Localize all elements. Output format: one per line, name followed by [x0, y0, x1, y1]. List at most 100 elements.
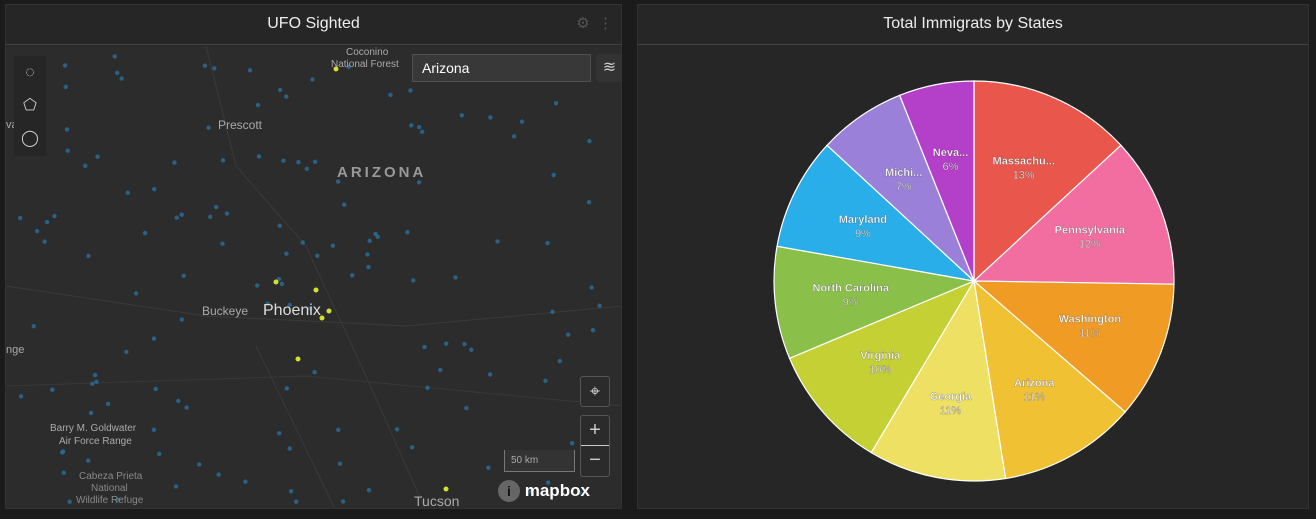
sighting-point	[416, 124, 422, 130]
sighting-point	[590, 327, 596, 333]
sighting-cluster-point	[313, 287, 319, 293]
info-icon[interactable]: i	[498, 480, 520, 502]
sighting-point	[181, 273, 186, 278]
sighting-point	[422, 344, 427, 350]
sighting-point	[464, 405, 469, 411]
sighting-point	[31, 323, 36, 329]
sighting-point	[281, 158, 286, 163]
circle-select-icon[interactable]: ◌	[14, 56, 46, 89]
sighting-point	[586, 200, 592, 205]
polygon-select-icon[interactable]: ⬠	[14, 89, 46, 122]
sighting-point	[224, 211, 230, 216]
sighting-point	[545, 240, 550, 246]
sighting-point	[125, 190, 131, 196]
sighting-point	[300, 240, 306, 245]
sighting-point	[124, 349, 129, 355]
pie-slice-label: Virginia	[860, 350, 901, 362]
pie-slice-label: Massachu...	[993, 155, 1055, 167]
sighting-point	[587, 138, 592, 144]
sighting-point	[88, 410, 94, 416]
more-icon[interactable]: ⋮	[598, 15, 613, 32]
sighting-point	[366, 487, 372, 493]
sighting-point	[284, 251, 289, 256]
zoom-in-button[interactable]: +	[581, 416, 609, 446]
sighting-point	[212, 66, 217, 71]
sighting-point	[174, 215, 179, 220]
sighting-point	[213, 204, 219, 210]
layers-icon[interactable]: ≋	[596, 54, 621, 82]
sighting-point	[179, 212, 184, 217]
sighting-point	[207, 214, 213, 220]
sighting-point	[543, 378, 548, 384]
pie-slice-percent: 7%	[896, 181, 912, 193]
map-label: Buckeye	[202, 304, 249, 318]
sighting-point	[255, 283, 260, 288]
pie-slice-label: North Carolina	[813, 283, 890, 295]
sighting-point	[220, 158, 226, 163]
lasso-select-icon[interactable]: ◯	[14, 122, 46, 155]
sighting-point	[569, 440, 575, 446]
sighting-point	[112, 54, 117, 59]
sighting-point	[425, 385, 430, 390]
sighting-point	[42, 239, 47, 244]
sighting-point	[277, 87, 283, 93]
map-label: Air Force Range	[59, 436, 132, 447]
sighting-point	[172, 160, 177, 165]
locate-button[interactable]: ⌖	[580, 376, 610, 407]
sighting-point	[589, 285, 594, 290]
sighting-point	[60, 450, 65, 455]
sighting-point	[184, 405, 189, 410]
sighting-point	[62, 63, 68, 68]
mapbox-logo: mapbox	[524, 481, 590, 500]
pie-slice-percent: 9%	[843, 297, 859, 309]
sighting-point	[220, 241, 225, 246]
map-label: Cabeza Prieta	[79, 471, 143, 482]
map-label: Barry M. Goldwater	[50, 423, 137, 434]
sighting-point	[52, 213, 57, 219]
sighting-point	[495, 239, 500, 244]
pie-slice-label: Arizona	[1014, 377, 1055, 389]
pie-slice-percent: 6%	[943, 161, 959, 173]
gear-icon[interactable]: ⚙	[576, 15, 589, 32]
sighting-point	[173, 484, 179, 489]
pie-slice-percent: 11%	[1024, 391, 1045, 403]
sighting-point	[367, 238, 372, 244]
pie-slice-percent: 12%	[1079, 239, 1101, 251]
sighting-point	[469, 347, 474, 352]
panel-title: UFO Sighted	[267, 15, 360, 32]
location-search-input[interactable]: Arizona	[412, 54, 591, 82]
sighting-point	[197, 462, 202, 467]
pie-slice-percent: 13%	[1013, 169, 1035, 181]
zoom-out-button[interactable]: −	[581, 446, 609, 475]
pie-slice-percent: 11%	[1079, 327, 1100, 339]
sighting-point	[597, 303, 602, 308]
sighting-point	[409, 123, 414, 128]
sighting-point	[453, 275, 458, 280]
sighting-point	[336, 427, 341, 433]
sighting-point	[44, 219, 50, 225]
sighting-point	[18, 394, 24, 399]
sighting-point	[153, 386, 158, 392]
sighting-point	[65, 148, 70, 153]
sighting-point	[312, 159, 318, 164]
sighting-point	[83, 163, 88, 168]
sighting-point	[176, 398, 181, 404]
pie-slice-percent: 11%	[940, 405, 961, 417]
sighting-point	[279, 281, 285, 287]
sighting-point	[92, 372, 98, 378]
scale-bar: 50 km	[504, 450, 575, 472]
sighting-point	[438, 367, 443, 373]
sighting-point	[330, 243, 336, 248]
sighting-point	[284, 386, 290, 391]
sighting-cluster-point	[295, 356, 301, 362]
map-label: Phoenix	[263, 302, 321, 319]
road	[6, 375, 621, 407]
sighting-point	[119, 76, 124, 81]
map[interactable]: Coconino National Forest Prescott ARIZON…	[6, 46, 621, 508]
sighting-point	[133, 291, 139, 296]
sighting-point	[18, 215, 23, 221]
map-label: National	[91, 483, 128, 494]
sighting-point	[67, 499, 72, 504]
pie-slice-label: Georgia	[930, 391, 972, 403]
sighting-point	[86, 253, 91, 259]
